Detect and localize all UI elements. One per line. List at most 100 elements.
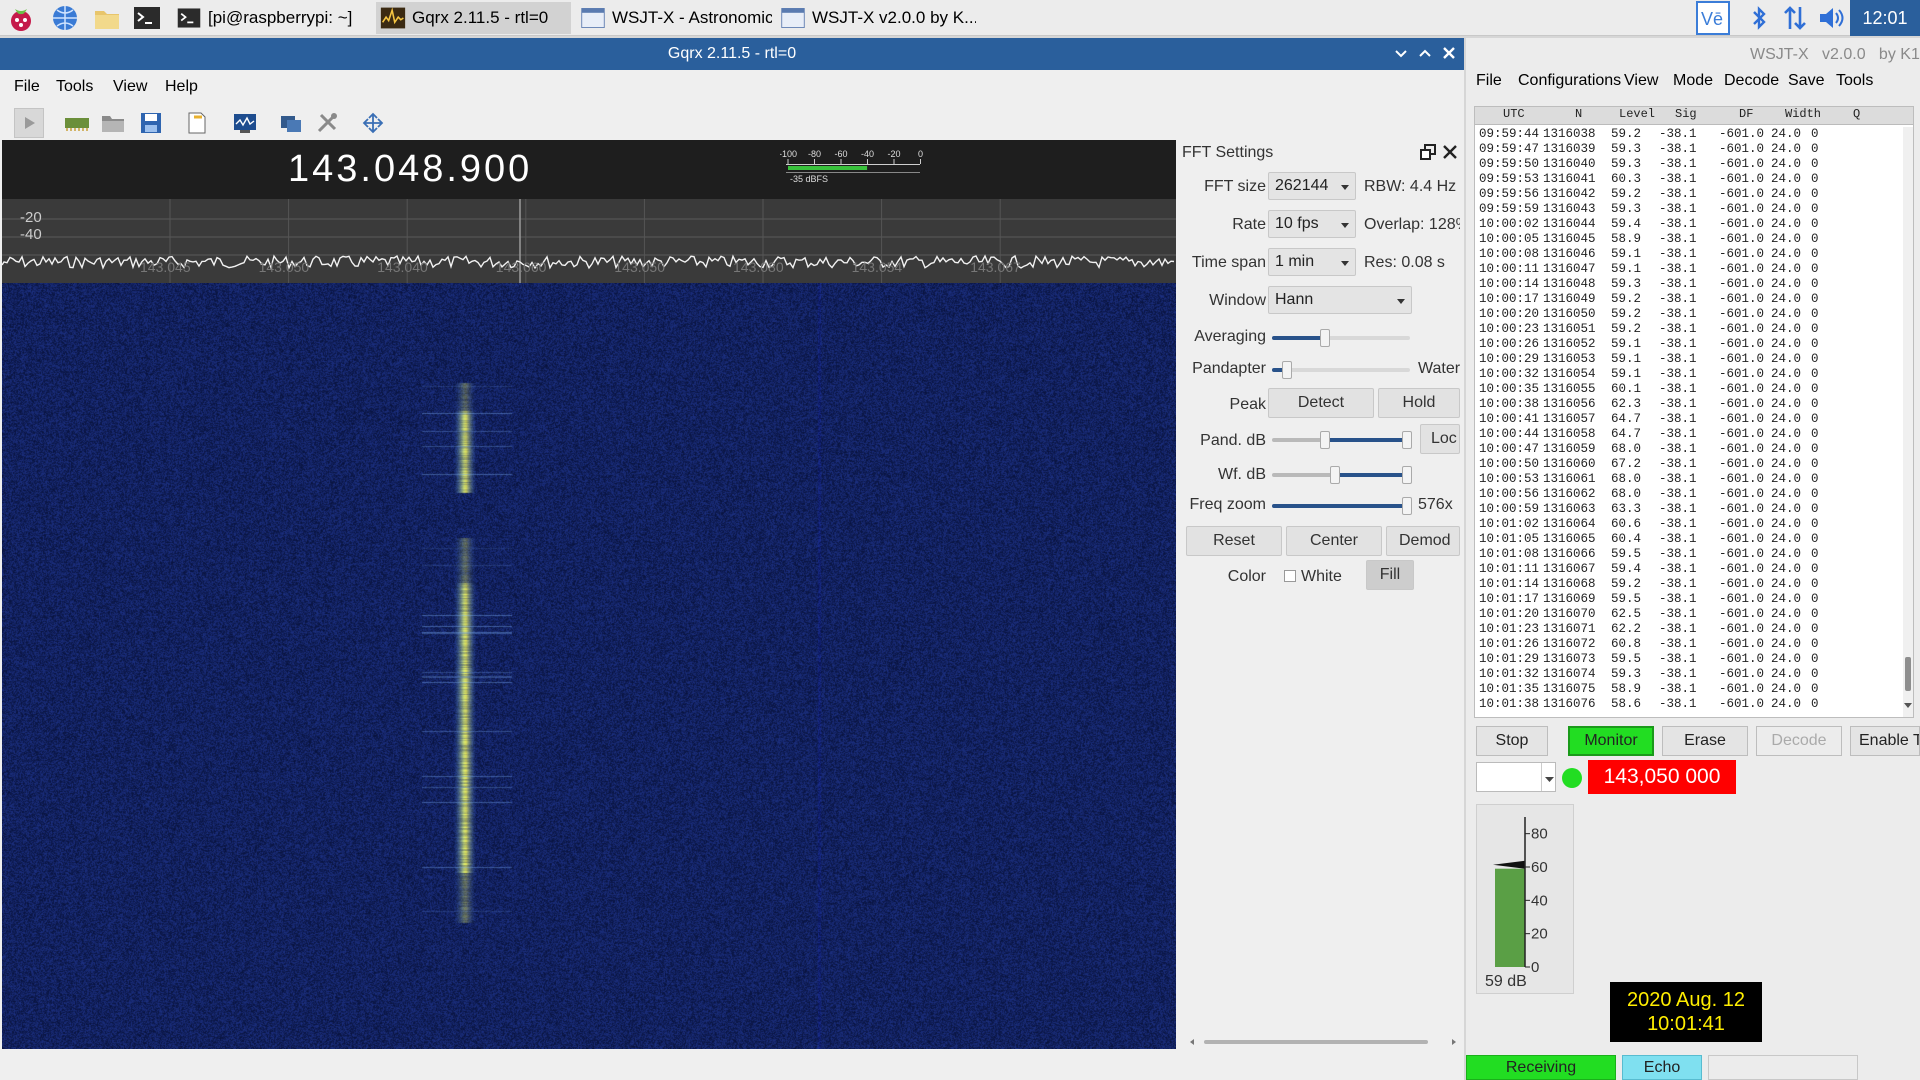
table-row[interactable]: 10:01:35 1316075 58.9 -38.1 -601.0 24.0 0 bbox=[1475, 682, 1913, 697]
center-fft-icon[interactable] bbox=[358, 108, 388, 138]
pand-db-min-handle[interactable] bbox=[1320, 431, 1330, 449]
table-row[interactable]: 09:59:59 1316043 59.3 -38.1 -601.0 24.0 0 bbox=[1475, 202, 1913, 217]
table-row[interactable]: 10:01:23 1316071 62.2 -38.1 -601.0 24.0 0 bbox=[1475, 622, 1913, 637]
taskbar-wsjtx-window[interactable]: WSJT-X v2.0.0 by K... bbox=[776, 2, 976, 34]
file-manager-icon[interactable] bbox=[92, 3, 122, 33]
window-select[interactable]: Hann bbox=[1268, 286, 1412, 314]
table-row[interactable]: 09:59:53 1316041 60.3 -38.1 -601.0 24.0 0 bbox=[1475, 172, 1913, 187]
table-row[interactable]: 10:01:38 1316076 58.6 -38.1 -601.0 24.0 0 bbox=[1475, 697, 1913, 712]
tools-icon[interactable] bbox=[312, 108, 342, 138]
table-row[interactable]: 10:00:23 1316051 59.2 -38.1 -601.0 24.0 0 bbox=[1475, 322, 1913, 337]
menu-help[interactable]: Help bbox=[165, 78, 198, 96]
wf-db-min-handle[interactable] bbox=[1330, 466, 1340, 484]
table-row[interactable]: 10:01:11 1316067 59.4 -38.1 -601.0 24.0 0 bbox=[1475, 562, 1913, 577]
wf-db-max-handle[interactable] bbox=[1402, 466, 1412, 484]
demod-button[interactable]: Demod bbox=[1386, 526, 1460, 556]
frequency-readout[interactable]: 143.048.900 bbox=[288, 148, 532, 191]
table-row[interactable]: 10:01:20 1316070 62.5 -38.1 -601.0 24.0 0 bbox=[1475, 607, 1913, 622]
center-button[interactable]: Center bbox=[1286, 526, 1382, 556]
echo-log-table[interactable]: UTC N Level Sig DF Width Q 09:59:44 13160… bbox=[1474, 106, 1914, 718]
table-row[interactable]: 10:00:11 1316047 59.1 -38.1 -601.0 24.0 0 bbox=[1475, 262, 1913, 277]
timespan-select[interactable]: 1 min bbox=[1268, 248, 1356, 276]
clock[interactable]: 12:01 bbox=[1850, 0, 1920, 36]
minimize-icon[interactable] bbox=[1392, 44, 1410, 62]
lock-button[interactable]: Loc bbox=[1420, 424, 1460, 454]
close-icon[interactable] bbox=[1440, 44, 1458, 62]
waterfall[interactable] bbox=[2, 283, 1176, 1049]
table-row[interactable]: 10:00:41 1316057 64.7 -38.1 -601.0 24.0 0 bbox=[1475, 412, 1913, 427]
menu-save[interactable]: Save bbox=[1788, 72, 1824, 90]
chevron-down-icon[interactable] bbox=[1541, 763, 1556, 791]
erase-button[interactable]: Erase bbox=[1662, 726, 1748, 756]
menu-decode[interactable]: Decode bbox=[1724, 72, 1779, 90]
fft-settings-icon[interactable] bbox=[230, 108, 260, 138]
reset-zoom-button[interactable]: Reset bbox=[1186, 526, 1282, 556]
start-dsp-icon[interactable] bbox=[14, 108, 44, 138]
table-row[interactable]: 10:01:32 1316074 59.3 -38.1 -601.0 24.0 0 bbox=[1475, 667, 1913, 682]
table-row[interactable]: 10:00:53 1316061 68.0 -38.1 -601.0 24.0 0 bbox=[1475, 472, 1913, 487]
table-row[interactable]: 10:01:29 1316073 59.5 -38.1 -601.0 24.0 0 bbox=[1475, 652, 1913, 667]
white-checkbox[interactable] bbox=[1284, 570, 1296, 582]
averaging-slider-handle[interactable] bbox=[1320, 329, 1330, 347]
menu-view[interactable]: View bbox=[1624, 72, 1658, 90]
table-row[interactable]: 09:59:47 1316039 59.3 -38.1 -601.0 24.0 0 bbox=[1475, 142, 1913, 157]
table-row[interactable]: 10:00:14 1316048 59.3 -38.1 -601.0 24.0 0 bbox=[1475, 277, 1913, 292]
table-row[interactable]: 10:01:05 1316065 60.4 -38.1 -601.0 24.0 0 bbox=[1475, 532, 1913, 547]
vnc-icon[interactable]: Vē bbox=[1696, 1, 1730, 35]
pandapter[interactable]: -20 -40 143.045 143.050 143.040 143.060 143.… bbox=[2, 199, 1176, 283]
rate-select[interactable]: 10 fps bbox=[1268, 210, 1356, 238]
frequency-display[interactable]: 143.048.900 -100 -80 -60 -40 -20 0 -35 dBFS bbox=[2, 140, 1176, 199]
table-row[interactable]: 10:00:20 1316050 59.2 -38.1 -601.0 24.0 0 bbox=[1475, 307, 1913, 322]
table-row[interactable]: 10:00:35 1316055 60.1 -38.1 -601.0 24.0 0 bbox=[1475, 382, 1913, 397]
table-row[interactable]: 10:00:17 1316049 59.2 -38.1 -601.0 24.0 0 bbox=[1475, 292, 1913, 307]
taskbar-gqrx-window[interactable]: Gqrx 2.11.5 - rtl=0 bbox=[376, 2, 571, 34]
io-devices-icon[interactable] bbox=[62, 108, 92, 138]
table-row[interactable]: 10:01:08 1316066 59.5 -38.1 -601.0 24.0 0 bbox=[1475, 547, 1913, 562]
table-row[interactable]: 10:00:47 1316059 68.0 -38.1 -601.0 24.0 0 bbox=[1475, 442, 1913, 457]
save-icon[interactable] bbox=[136, 108, 166, 138]
table-row[interactable]: 10:00:56 1316062 68.0 -38.1 -601.0 24.0 0 bbox=[1475, 487, 1913, 502]
export-bookmark-icon[interactable] bbox=[182, 108, 212, 138]
terminal-icon[interactable] bbox=[132, 3, 162, 33]
table-row[interactable]: 10:00:08 1316046 59.1 -38.1 -601.0 24.0 0 bbox=[1475, 247, 1913, 262]
raspberry-menu-icon[interactable] bbox=[6, 3, 36, 33]
peak-hold-button[interactable]: Hold bbox=[1378, 388, 1460, 418]
stop-button[interactable]: Stop bbox=[1476, 726, 1548, 756]
network-icon[interactable] bbox=[1780, 3, 1810, 33]
table-row[interactable]: 10:01:17 1316069 59.5 -38.1 -601.0 24.0 0 bbox=[1475, 592, 1913, 607]
pandapter-waterfall-slider[interactable] bbox=[1272, 368, 1410, 372]
table-row[interactable]: 10:01:26 1316072 60.8 -38.1 -601.0 24.0 0 bbox=[1475, 637, 1913, 652]
table-row[interactable]: 09:59:50 1316040 59.3 -38.1 -601.0 24.0 0 bbox=[1475, 157, 1913, 172]
taskbar-wsjtx-astronomic-window[interactable]: WSJT-X - Astronomic... bbox=[576, 2, 772, 34]
menu-view[interactable]: View bbox=[113, 78, 147, 96]
table-row[interactable]: 10:00:38 1316056 62.3 -38.1 -601.0 24.0 0 bbox=[1475, 397, 1913, 412]
table-row[interactable]: 10:00:50 1316060 67.2 -38.1 -601.0 24.0 0 bbox=[1475, 457, 1913, 472]
menu-mode[interactable]: Mode bbox=[1673, 72, 1713, 90]
dial-frequency[interactable]: 143,050 000 bbox=[1588, 760, 1736, 794]
taskbar-terminal-window[interactable]: [pi@raspberrypi: ~] bbox=[172, 2, 372, 34]
band-select[interactable] bbox=[1476, 762, 1556, 792]
horizontal-scrollbar[interactable] bbox=[1190, 1038, 1456, 1046]
menu-file[interactable]: File bbox=[14, 78, 40, 96]
table-row[interactable]: 10:00:44 1316058 64.7 -38.1 -601.0 24.0 0 bbox=[1475, 427, 1913, 442]
table-row[interactable]: 10:00:32 1316054 59.1 -38.1 -601.0 24.0 0 bbox=[1475, 367, 1913, 382]
float-panel-icon[interactable] bbox=[1420, 144, 1436, 160]
remote-control-icon[interactable] bbox=[276, 108, 306, 138]
window-title[interactable]: WSJT-X v2.0.0 by K1J bbox=[1750, 46, 1920, 64]
table-row[interactable]: 09:59:44 1316038 59.2 -38.1 -601.0 24.0 0 bbox=[1475, 127, 1913, 142]
table-row[interactable]: 10:00:02 1316044 59.4 -38.1 -601.0 24.0 0 bbox=[1475, 217, 1913, 232]
table-row[interactable]: 10:00:05 1316045 58.9 -38.1 -601.0 24.0 0 bbox=[1475, 232, 1913, 247]
vertical-scrollbar[interactable] bbox=[1903, 127, 1913, 717]
volume-icon[interactable] bbox=[1816, 3, 1846, 33]
decode-button[interactable]: Decode bbox=[1756, 726, 1842, 756]
bluetooth-icon[interactable] bbox=[1744, 3, 1774, 33]
peak-detect-button[interactable]: Detect bbox=[1268, 388, 1374, 418]
waterfall-display[interactable] bbox=[2, 283, 1176, 1049]
table-row[interactable]: 10:01:02 1316064 60.6 -38.1 -601.0 24.0 0 bbox=[1475, 517, 1913, 532]
fft-size-select[interactable]: 262144 bbox=[1268, 172, 1356, 200]
close-panel-icon[interactable] bbox=[1442, 144, 1458, 160]
open-folder-icon[interactable] bbox=[98, 108, 128, 138]
table-row[interactable]: 10:01:14 1316068 59.2 -38.1 -601.0 24.0 0 bbox=[1475, 577, 1913, 592]
table-row[interactable]: 10:00:26 1316052 59.1 -38.1 -601.0 24.0 0 bbox=[1475, 337, 1913, 352]
web-browser-icon[interactable] bbox=[50, 3, 80, 33]
